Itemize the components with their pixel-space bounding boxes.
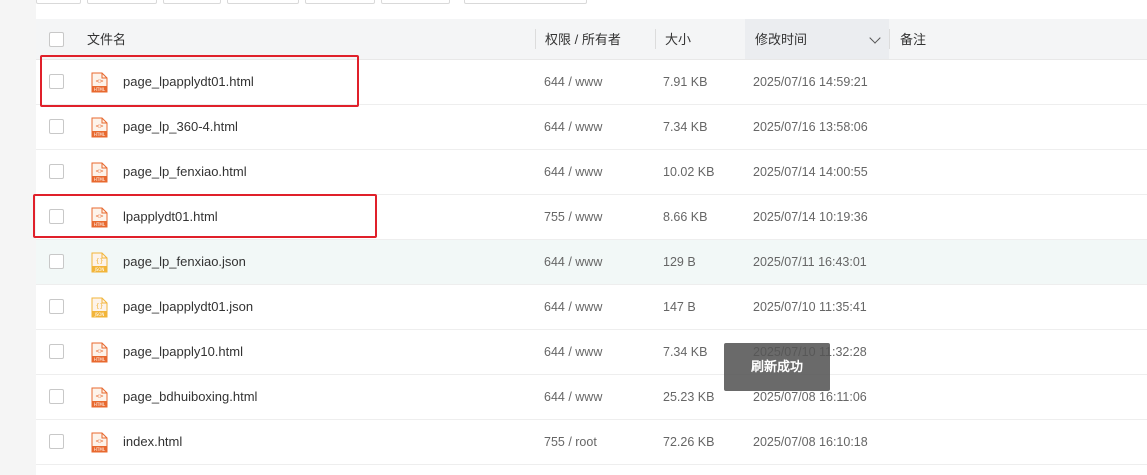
svg-text:<>: <> <box>96 167 104 175</box>
file-name[interactable]: page_bdhuiboxing.html <box>123 375 257 419</box>
file-permissions: 644 / www <box>544 255 603 269</box>
file-modified-time: 2025/07/16 13:58:06 <box>753 120 868 134</box>
row-checkbox[interactable] <box>49 119 64 134</box>
svg-text:JSON: JSON <box>94 312 105 317</box>
row-checkbox[interactable] <box>49 434 64 449</box>
table-row[interactable]: <> HTML page_lpapply10.html 644 / www 7.34 K… <box>36 330 1147 375</box>
svg-text:<>: <> <box>96 437 104 445</box>
file-size: 129 B <box>663 255 696 269</box>
file-name[interactable]: page_lp_fenxiao.html <box>123 150 247 194</box>
file-modified-time: 2025/07/11 16:43:01 <box>753 255 867 269</box>
svg-text:HTML: HTML <box>94 402 106 407</box>
header-filename[interactable]: 文件名 <box>87 19 126 59</box>
toolbar-button[interactable] <box>227 0 299 4</box>
toolbar-button[interactable] <box>163 0 221 4</box>
row-checkbox[interactable] <box>49 344 64 359</box>
file-name[interactable]: page_lp_360-4.html <box>123 105 238 149</box>
html-file-icon: <> HTML <box>91 117 108 138</box>
toolbar <box>36 0 1147 6</box>
file-modified-time: 2025/07/14 14:00:55 <box>753 165 868 179</box>
toast-message: 刷新成功 <box>724 343 830 391</box>
svg-text:<>: <> <box>96 122 104 130</box>
row-checkbox[interactable] <box>49 299 64 314</box>
toolbar-button[interactable] <box>305 0 375 4</box>
file-name[interactable]: page_lp_fenxiao.json <box>123 240 246 284</box>
row-checkbox[interactable] <box>49 254 64 269</box>
toolbar-button[interactable] <box>381 0 450 4</box>
svg-text:<>: <> <box>96 392 104 400</box>
file-permissions: 755 / www <box>544 210 603 224</box>
json-file-icon: {} JSON <box>91 297 108 318</box>
select-all-checkbox[interactable] <box>49 32 64 47</box>
file-permissions: 644 / www <box>544 345 603 359</box>
file-modified-time: 2025/07/10 11:35:41 <box>753 300 867 314</box>
file-size: 7.34 KB <box>663 120 708 134</box>
file-size: 10.02 KB <box>663 165 715 179</box>
file-name[interactable]: page_lpapply10.html <box>123 330 243 374</box>
file-manager-panel: 文件名 权限 / 所有者 大小 修改时间 备注 <> HTML page_lpapp… <box>33 0 1147 475</box>
table-header: 文件名 权限 / 所有者 大小 修改时间 备注 <box>36 19 1147 60</box>
header-divider <box>889 29 890 49</box>
toolbar-button[interactable] <box>464 0 587 4</box>
header-permissions[interactable]: 权限 / 所有者 <box>545 19 621 59</box>
header-modified-sort[interactable]: 修改时间 <box>745 19 889 59</box>
table-row[interactable]: <> HTML page_lp_360-4.html 644 / www 7.34 KB… <box>36 105 1147 150</box>
annotation-highlight-box <box>40 55 359 107</box>
html-file-icon: <> HTML <box>91 432 108 453</box>
chevron-down-icon <box>869 32 881 44</box>
svg-text:HTML: HTML <box>94 447 106 452</box>
file-permissions: 755 / root <box>544 435 597 449</box>
header-divider <box>655 29 656 49</box>
json-file-icon: {} JSON <box>91 252 108 273</box>
file-name[interactable]: index.html <box>123 420 182 464</box>
annotation-highlight-box <box>33 194 377 238</box>
table-row[interactable]: {} JSON page_lpapplydt01.json 644 / www 147 … <box>36 285 1147 330</box>
svg-text:HTML: HTML <box>94 177 106 182</box>
header-size[interactable]: 大小 <box>665 19 691 59</box>
file-size: 7.34 KB <box>663 345 708 359</box>
file-permissions: 644 / www <box>544 120 603 134</box>
file-modified-time: 2025/07/14 10:19:36 <box>753 210 868 224</box>
svg-text:{}: {} <box>96 257 104 265</box>
file-size: 72.26 KB <box>663 435 715 449</box>
file-permissions: 644 / www <box>544 300 603 314</box>
header-remark[interactable]: 备注 <box>900 19 926 59</box>
file-size: 25.23 KB <box>663 390 715 404</box>
file-size: 7.91 KB <box>663 75 708 89</box>
file-size: 8.66 KB <box>663 210 708 224</box>
file-name[interactable]: page_lpapplydt01.json <box>123 285 253 329</box>
row-checkbox[interactable] <box>49 389 64 404</box>
table-row[interactable]: {} JSON page_lp_fenxiao.json 644 / www 129 B… <box>36 240 1147 285</box>
file-modified-time: 2025/07/08 16:10:18 <box>753 435 868 449</box>
header-divider <box>535 29 536 49</box>
file-permissions: 644 / www <box>544 390 603 404</box>
svg-text:HTML: HTML <box>94 357 106 362</box>
table-row[interactable]: <> HTML page_lp_fenxiao.html 644 / www 10.02… <box>36 150 1147 195</box>
toolbar-button[interactable] <box>87 0 157 4</box>
html-file-icon: <> HTML <box>91 342 108 363</box>
svg-text:JSON: JSON <box>94 267 105 272</box>
file-size: 147 B <box>663 300 696 314</box>
table-row[interactable]: <> HTML index.html 755 / root 72.26 KB 2025/0… <box>36 420 1147 465</box>
file-modified-time: 2025/07/16 14:59:21 <box>753 75 868 89</box>
svg-text:<>: <> <box>96 347 104 355</box>
header-modified: 修改时间 <box>755 32 808 47</box>
toolbar-button[interactable] <box>36 0 81 4</box>
file-permissions: 644 / www <box>544 165 603 179</box>
svg-text:{}: {} <box>96 302 104 310</box>
html-file-icon: <> HTML <box>91 387 108 408</box>
svg-text:HTML: HTML <box>94 132 106 137</box>
row-checkbox[interactable] <box>49 164 64 179</box>
file-permissions: 644 / www <box>544 75 603 89</box>
table-row[interactable]: <> HTML page_bdhuiboxing.html 644 / www 25.2… <box>36 375 1147 420</box>
html-file-icon: <> HTML <box>91 162 108 183</box>
